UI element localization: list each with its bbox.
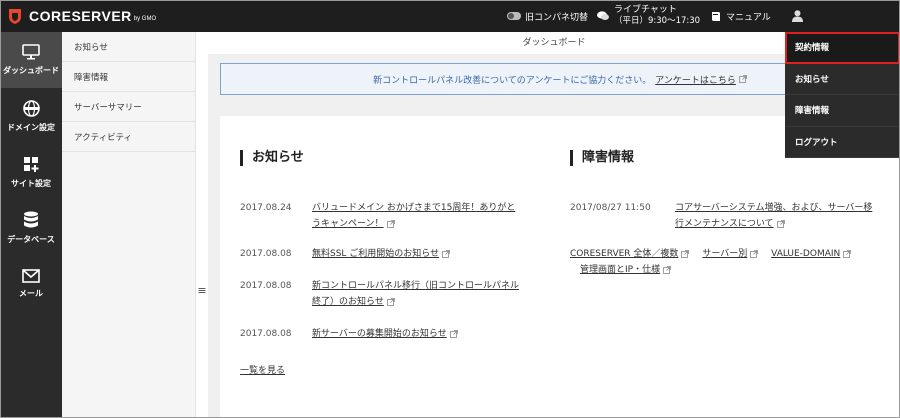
sidebar-item-domain[interactable]: ドメイン設定 — [0, 88, 62, 144]
menu-item-logout[interactable]: ログアウト — [785, 127, 900, 158]
dashboard-submenu: お知らせ 障害情報 サーバーサマリー アクティビティ — [62, 32, 196, 418]
news-heading: お知らせ — [240, 150, 304, 166]
external-link-icon — [386, 297, 395, 306]
logo-sub: by GMO — [133, 16, 157, 22]
failures-heading: 障害情報 — [570, 150, 634, 166]
sidebar-item-dashboard[interactable]: ダッシュボード — [0, 32, 62, 88]
news-date: 2017.08.08 — [240, 329, 292, 339]
external-link-icon — [449, 329, 458, 338]
external-link-icon — [739, 75, 747, 83]
news-link[interactable]: 無料SSL ご利用開始のお知らせ — [312, 246, 522, 262]
list-item: 2017/08/27 11:50 コアサーバーシステム増強、および、サーバー移行… — [570, 200, 875, 232]
grid-plus-icon — [23, 156, 38, 172]
top-bar: CORESERVER by GMO 旧コンパネ切替 ライブチャット （平日）9:… — [0, 0, 900, 32]
list-item: 2017.08.08 新コントロールパネル移行（旧コントロールパネル終了）のお知… — [240, 278, 522, 310]
failure-link[interactable]: コアサーバーシステム増強、および、サーバー移行メンテナンスについて — [675, 200, 875, 232]
news-more-link[interactable]: 一覧を見る — [240, 363, 285, 376]
live-chat-button[interactable]: ライブチャット （平日）9:30〜17:30 — [597, 0, 700, 32]
sidebar-item-site[interactable]: サイト設定 — [0, 144, 62, 200]
logo[interactable]: CORESERVER by GMO — [6, 7, 156, 25]
submenu-item-activity[interactable]: アクティビティ — [62, 122, 195, 152]
external-link-icon — [663, 265, 671, 274]
external-link-icon — [843, 249, 852, 258]
external-link-icon — [386, 219, 395, 228]
failure-date: 2017/08/27 11:50 — [570, 203, 651, 213]
failure-category-links: CORESERVER 全体／複数 サーバー別 VALUE-DOMAIN 管理画面… — [570, 246, 900, 278]
account-dropdown-menu: 契約情報 お知らせ 障害情報 ログアウト — [785, 32, 900, 158]
sidebar-item-mail[interactable]: メール — [0, 256, 62, 312]
external-link-icon — [776, 219, 785, 228]
news-date: 2017.08.08 — [240, 249, 292, 259]
menu-item-contract-info[interactable]: 契約情報 — [785, 32, 900, 64]
news-link[interactable]: バリュードメイン おかげさまで15周年！ありがとうキャンペーン！ — [312, 200, 522, 232]
sidebar-item-label: ダッシュボード — [3, 66, 59, 75]
logo-text: CORESERVER — [29, 8, 132, 24]
chat-bubble-icon — [597, 11, 609, 20]
globe-icon — [22, 99, 40, 117]
menu-item-failures[interactable]: 障害情報 — [785, 95, 900, 127]
sidebar-item-label: メール — [19, 289, 43, 298]
menu-item-news[interactable]: お知らせ — [785, 64, 900, 95]
failure-link-by-server[interactable]: サーバー別 — [702, 249, 759, 259]
toggle-switch-icon — [507, 12, 521, 20]
database-icon — [24, 211, 38, 228]
mail-icon — [22, 269, 40, 283]
old-panel-toggle-label: 旧コンパネ切替 — [525, 12, 589, 23]
failure-link-admin-ip[interactable]: 管理画面とIP・仕様 — [580, 265, 671, 275]
manual-label: マニュアル — [726, 12, 771, 23]
failure-link-coreserver-all[interactable]: CORESERVER 全体／複数 — [570, 249, 690, 259]
list-item: 2017.08.24 バリュードメイン おかげさまで15周年！ありがとうキャンペ… — [240, 200, 522, 232]
news-date: 2017.08.24 — [240, 203, 292, 213]
news-date: 2017.08.08 — [240, 281, 292, 291]
news-link[interactable]: 新コントロールパネル移行（旧コントロールパネル終了）のお知らせ — [312, 278, 522, 310]
sidebar-item-label: サイト設定 — [11, 178, 51, 188]
failure-link-value-domain[interactable]: VALUE-DOMAIN — [771, 249, 852, 259]
live-chat-title: ライブチャット — [614, 5, 677, 15]
external-link-icon — [442, 249, 451, 258]
submenu-toggle-icon[interactable]: ≡ — [197, 284, 207, 298]
news-link[interactable]: 新サーバーの募集開始のお知らせ — [312, 326, 522, 342]
submenu-item-server-summary[interactable]: サーバーサマリー — [62, 92, 195, 122]
list-item: 2017.08.08 無料SSL ご利用開始のお知らせ — [240, 246, 522, 262]
book-icon — [712, 11, 720, 21]
manual-button[interactable]: マニュアル — [711, 0, 771, 32]
coreserver-logo-icon — [9, 9, 21, 24]
external-link-icon — [750, 249, 759, 258]
dashboard-panel: お知らせ 2017.08.24 バリュードメイン おかげさまで15周年！ありがと… — [220, 116, 900, 418]
external-link-icon — [681, 249, 690, 258]
sidebar-item-label: データベース — [7, 235, 55, 244]
main-sidebar: ダッシュボード ドメイン設定 サイト設定 データベース メール — [0, 32, 62, 418]
submenu-item-failures[interactable]: 障害情報 — [62, 62, 195, 92]
submenu-item-news[interactable]: お知らせ — [62, 32, 195, 62]
survey-link[interactable]: アンケートはこちら — [655, 73, 736, 86]
old-panel-toggle[interactable]: 旧コンパネ切替 — [507, 0, 588, 32]
sidebar-item-label: ドメイン設定 — [7, 122, 55, 132]
survey-text: 新コントロールパネル改善についてのアンケートにご協力ください。 — [373, 75, 652, 86]
sidebar-item-database[interactable]: データベース — [0, 200, 62, 256]
user-icon — [792, 10, 803, 22]
list-item: 2017.08.08 新サーバーの募集開始のお知らせ — [240, 326, 522, 342]
monitor-icon — [22, 44, 40, 60]
live-chat-hours: （平日）9:30〜17:30 — [614, 16, 701, 26]
account-menu-button[interactable] — [792, 0, 803, 32]
